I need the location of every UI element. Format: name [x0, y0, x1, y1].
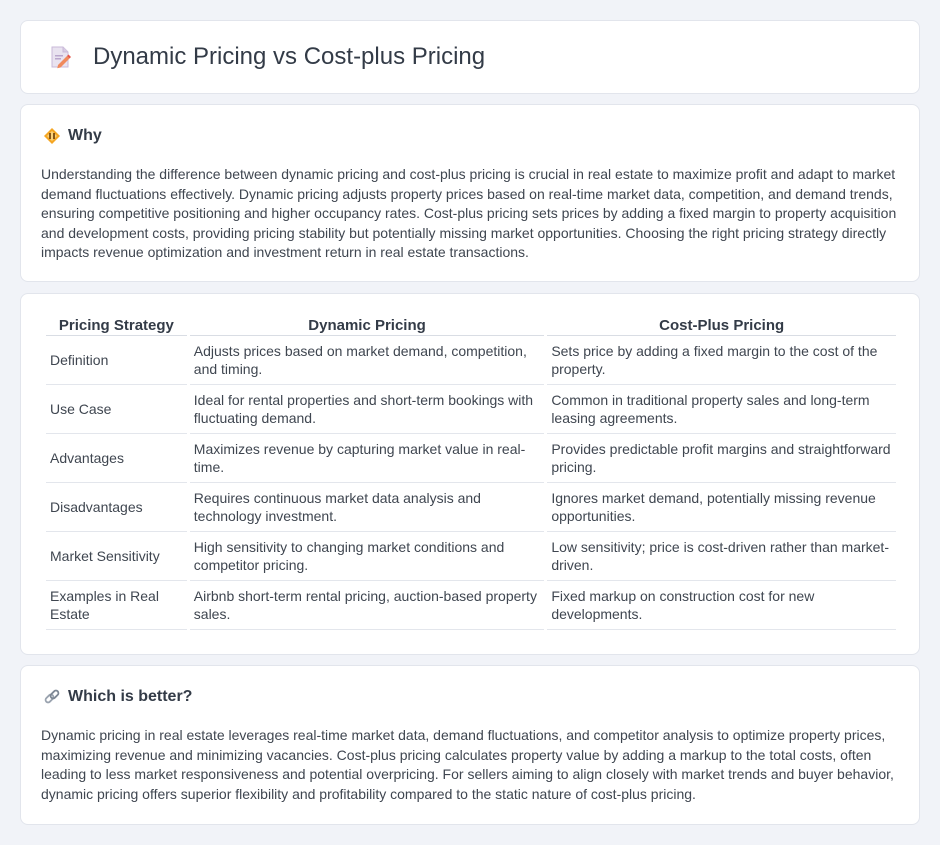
row-label: Use Case: [46, 385, 187, 434]
table-row: Disadvantages Requires continuous market…: [46, 483, 896, 532]
row-label: Examples in Real Estate: [46, 581, 187, 630]
dynamic-cell: Adjusts prices based on market demand, c…: [189, 336, 545, 385]
dynamic-cell: High sensitivity to changing market cond…: [189, 532, 545, 581]
header-pricing-strategy: Pricing Strategy: [46, 316, 187, 336]
table-row: Definition Adjusts prices based on marke…: [46, 336, 896, 385]
cost-plus-cell: Common in traditional property sales and…: [547, 385, 896, 434]
link-icon: [43, 688, 61, 706]
row-label: Disadvantages: [46, 483, 187, 532]
title-card: Dynamic Pricing vs Cost-plus Pricing: [20, 20, 920, 94]
header-cost-plus-pricing: Cost-Plus Pricing: [547, 316, 896, 336]
table-row: Examples in Real Estate Airbnb short-ter…: [46, 581, 896, 630]
which-is-better-section: Which is better? Dynamic pricing in real…: [20, 665, 920, 825]
cost-plus-cell: Ignores market demand, potentially missi…: [547, 483, 896, 532]
document-edit-icon: [47, 44, 73, 70]
table-header-row: Pricing Strategy Dynamic Pricing Cost-Pl…: [46, 316, 896, 336]
page-title: Dynamic Pricing vs Cost-plus Pricing: [93, 43, 486, 70]
comparison-card: Pricing Strategy Dynamic Pricing Cost-Pl…: [20, 293, 920, 655]
dynamic-cell: Ideal for rental properties and short-te…: [189, 385, 545, 434]
which-is-better-title: Which is better?: [68, 688, 193, 705]
dynamic-cell: Maximizes revenue by capturing market va…: [189, 434, 545, 483]
cost-plus-cell: Sets price by adding a fixed margin to t…: [547, 336, 896, 385]
comparison-table: Pricing Strategy Dynamic Pricing Cost-Pl…: [43, 316, 899, 630]
diamond-warning-icon: [43, 127, 61, 145]
row-label: Market Sensitivity: [46, 532, 187, 581]
dynamic-cell: Requires continuous market data analysis…: [189, 483, 545, 532]
dynamic-cell: Airbnb short-term rental pricing, auctio…: [189, 581, 545, 630]
row-label: Definition: [46, 336, 187, 385]
header-dynamic-pricing: Dynamic Pricing: [189, 316, 545, 336]
row-label: Advantages: [46, 434, 187, 483]
why-title: Why: [68, 127, 102, 144]
table-row: Market Sensitivity High sensitivity to c…: [46, 532, 896, 581]
cost-plus-cell: Fixed markup on construction cost for ne…: [547, 581, 896, 630]
table-row: Advantages Maximizes revenue by capturin…: [46, 434, 896, 483]
cost-plus-cell: Provides predictable profit margins and …: [547, 434, 896, 483]
table-row: Use Case Ideal for rental properties and…: [46, 385, 896, 434]
which-is-better-text: Dynamic pricing in real estate leverages…: [41, 727, 894, 802]
cost-plus-cell: Low sensitivity; price is cost-driven ra…: [547, 532, 896, 581]
why-text: Understanding the difference between dyn…: [41, 166, 897, 261]
why-section: Why Understanding the difference between…: [20, 104, 920, 282]
